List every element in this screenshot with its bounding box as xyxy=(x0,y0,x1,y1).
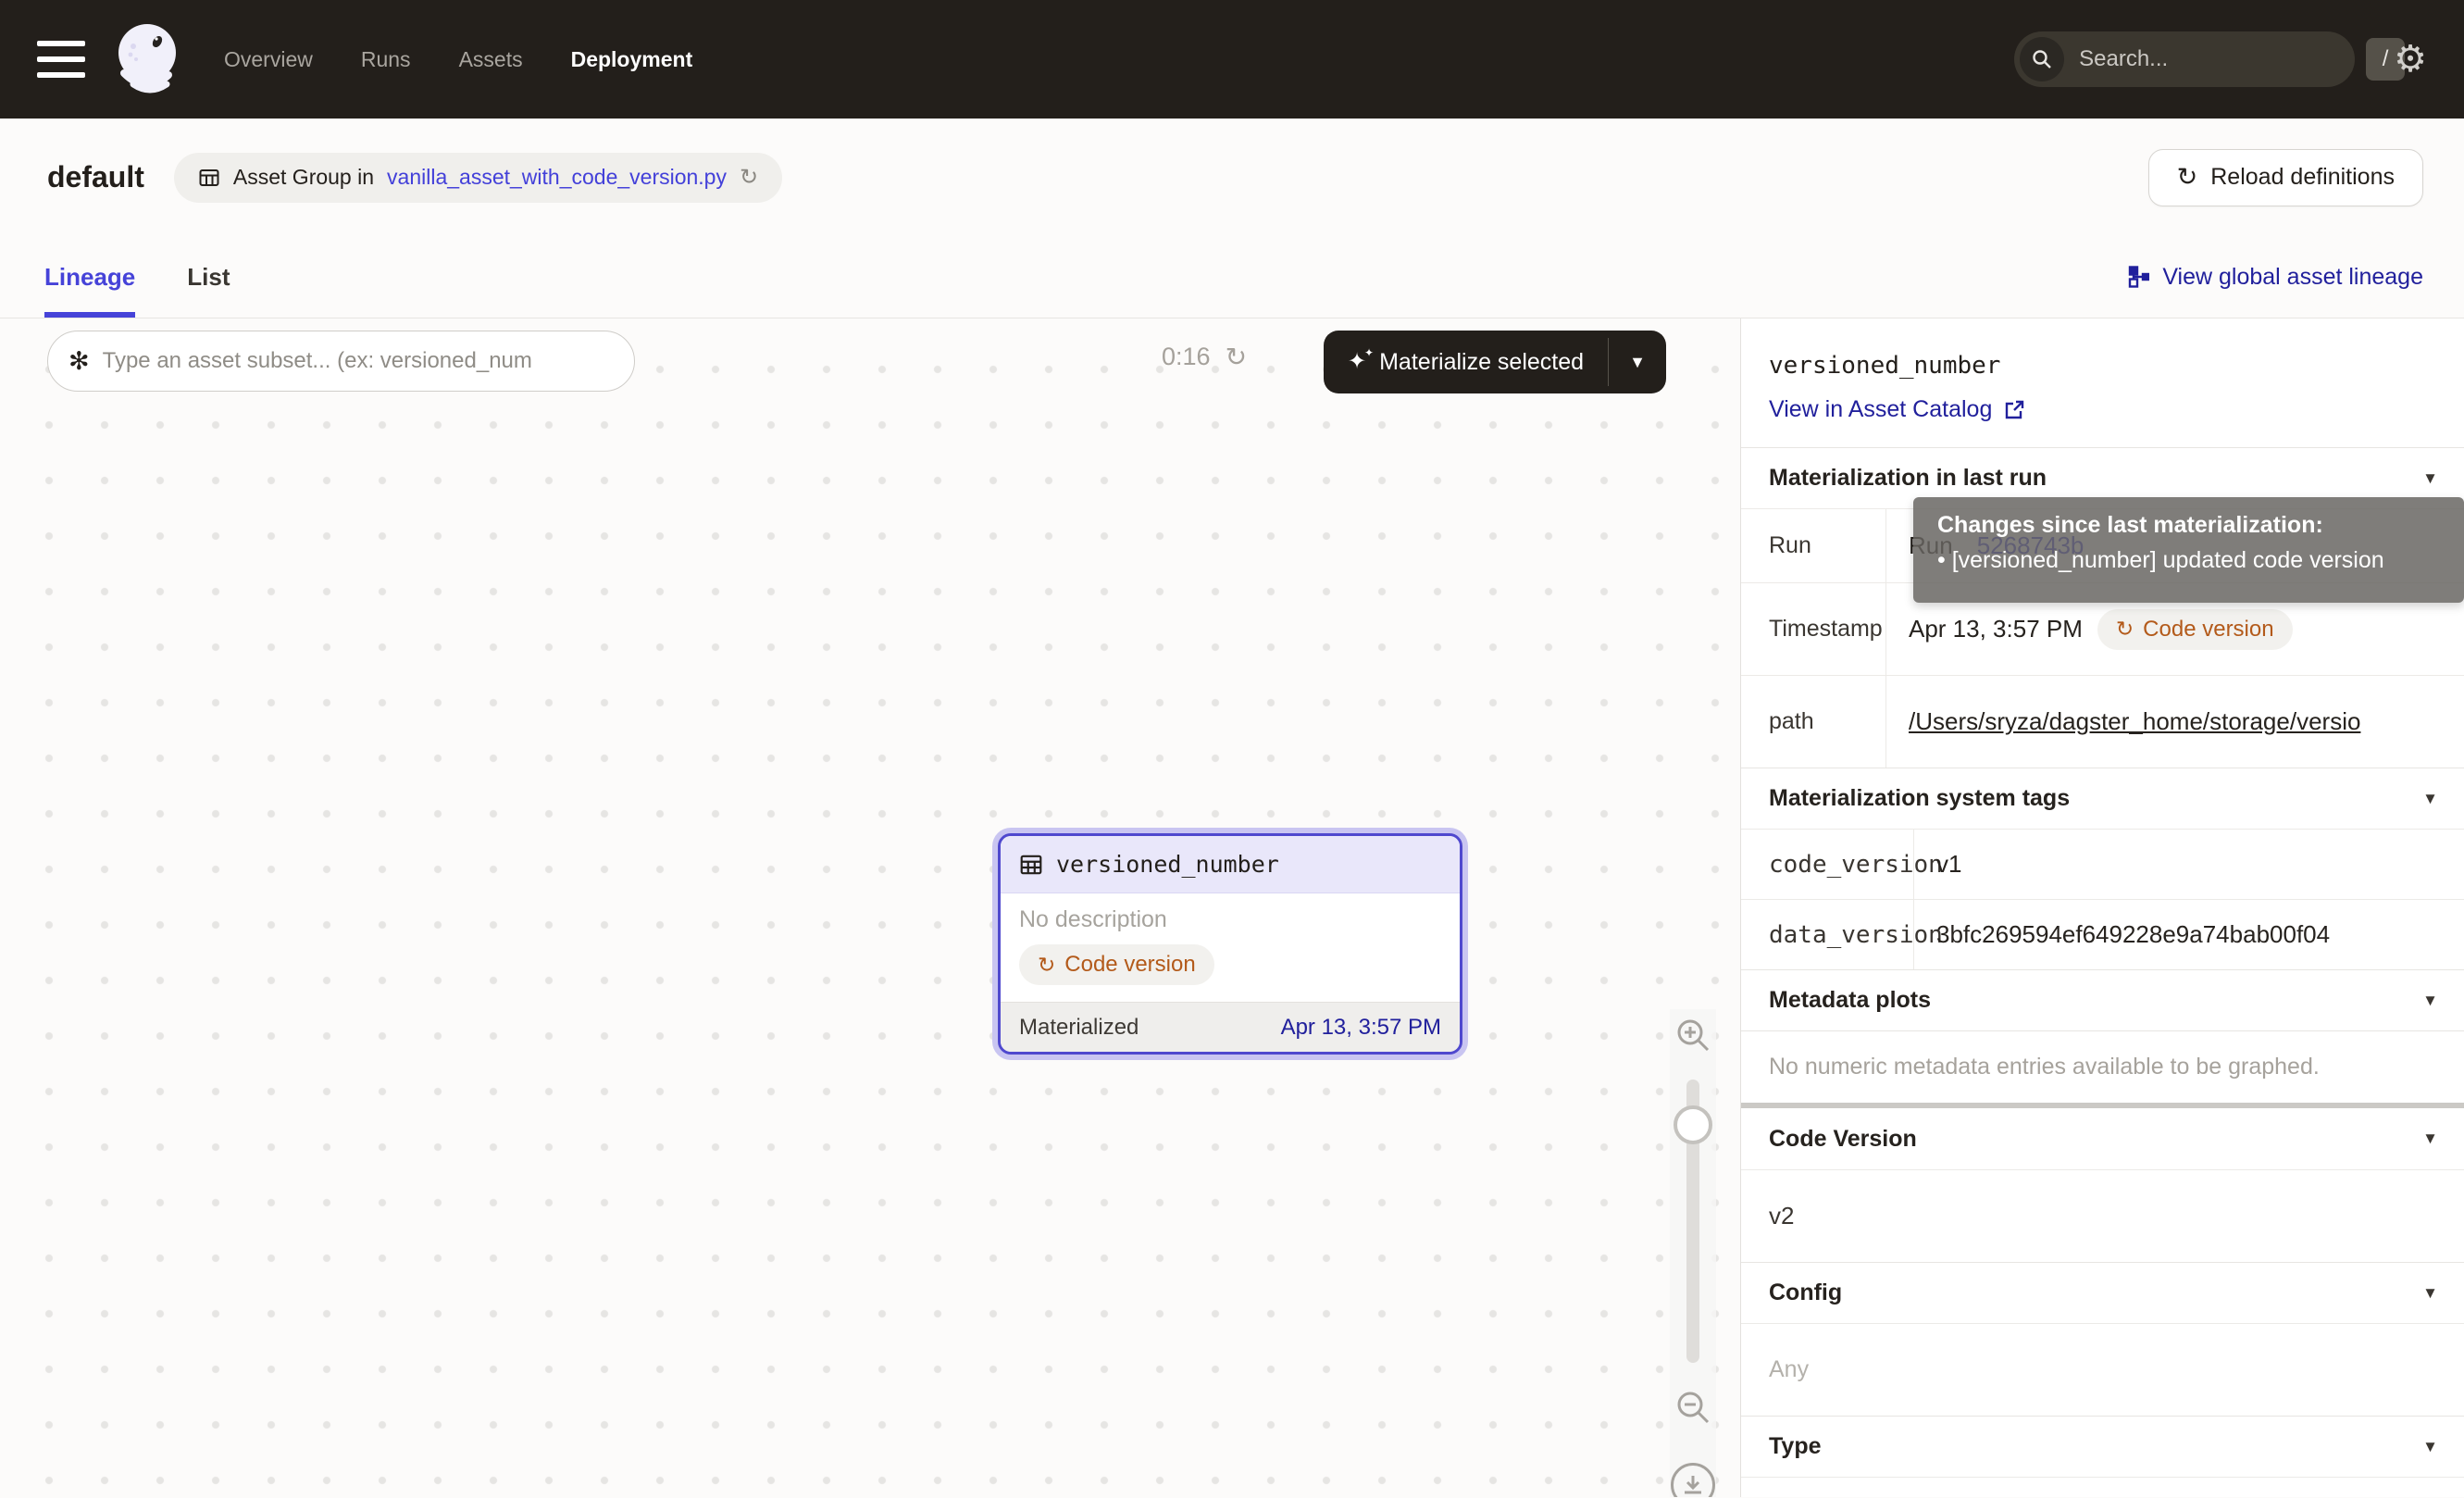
row-data-version-tag: data_version 3bfc269594ef649228e9a74bab0… xyxy=(1741,899,2464,969)
section-config[interactable]: Config ▼ xyxy=(1741,1262,2464,1323)
search-input[interactable] xyxy=(2079,46,2366,72)
materialize-label: Materialize selected xyxy=(1379,349,1584,376)
zoom-controls xyxy=(1670,1009,1716,1497)
timer-refresh-icon[interactable]: ↻ xyxy=(1226,344,1247,370)
global-search[interactable]: / xyxy=(2014,31,2355,87)
tooltip-item: • [versioned_number] updated code versio… xyxy=(1937,547,2440,574)
timer-value: 0:16 xyxy=(1162,343,1211,371)
chevron-down-icon: ▼ xyxy=(2422,1284,2438,1303)
nav-overview[interactable]: Overview xyxy=(224,47,313,72)
config-value: Any xyxy=(1741,1323,2464,1416)
section-metadata-plots[interactable]: Metadata plots ▼ xyxy=(1741,969,2464,1030)
reload-definitions-button[interactable]: ↻ Reload definitions xyxy=(2148,149,2423,206)
tab-list[interactable]: List xyxy=(187,236,230,318)
top-nav: Overview Runs Assets Deployment / ⚙ xyxy=(0,0,2464,119)
zoom-slider[interactable] xyxy=(1686,1080,1699,1363)
asset-node-body: No description ↻ Code version xyxy=(1001,893,1460,1002)
materialized-status-label: Materialized xyxy=(1019,1015,1139,1041)
menu-icon[interactable] xyxy=(37,41,85,78)
asset-details-panel: versioned_number View in Asset Catalog M… xyxy=(1740,318,2464,1497)
asset-node-description: No description xyxy=(1019,906,1441,933)
code-version-badge: ↻ Code version xyxy=(1019,944,1214,985)
asset-subset-filter[interactable]: ✻ xyxy=(47,331,635,392)
section-code-version[interactable]: Code Version ▼ xyxy=(1741,1108,2464,1169)
table-icon xyxy=(1019,853,1043,877)
nav-assets[interactable]: Assets xyxy=(459,47,523,72)
search-icon xyxy=(2020,37,2064,81)
view-in-asset-catalog-link[interactable]: View in Asset Catalog xyxy=(1769,396,2025,423)
tooltip-title: Changes since last materialization: xyxy=(1937,512,2440,539)
zoom-in-icon[interactable] xyxy=(1673,1015,1713,1055)
asset-subset-input[interactable] xyxy=(103,348,614,374)
breadcrumb-file-link[interactable]: vanilla_asset_with_code_version.py xyxy=(387,165,727,190)
asset-node-header: versioned_number xyxy=(1001,836,1460,893)
row-code-version-tag: code_version v1 xyxy=(1741,829,2464,899)
code-version-badge: ↻ Code version xyxy=(2097,609,2293,650)
run-label: Run xyxy=(1741,509,1886,582)
metadata-plots-empty-text: No numeric metadata entries available to… xyxy=(1741,1030,2464,1103)
view-global-asset-lineage-link[interactable]: View global asset lineage xyxy=(2127,264,2423,291)
data-version-tag-label: data_version xyxy=(1741,900,1914,969)
chevron-down-icon: ▼ xyxy=(2422,1438,2438,1456)
breadcrumb: Asset Group in vanilla_asset_with_code_v… xyxy=(174,153,782,203)
settings-gear-icon[interactable]: ⚙ xyxy=(2394,41,2427,78)
global-lineage-label: View global asset lineage xyxy=(2162,264,2423,291)
zoom-slider-handle[interactable] xyxy=(1674,1105,1712,1144)
materialize-selected-button[interactable]: ✦✦ Materialize selected ▼ xyxy=(1324,331,1666,393)
reload-icon: ↻ xyxy=(2177,165,2198,190)
page-title: default xyxy=(47,160,144,194)
chevron-down-icon: ▼ xyxy=(2422,469,2438,488)
data-version-tag-value: 3bfc269594ef649228e9a74bab00f04 xyxy=(1914,900,2464,969)
timestamp-label: Timestamp xyxy=(1741,583,1886,675)
materialized-timestamp-link[interactable]: Apr 13, 3:57 PM xyxy=(1281,1015,1441,1041)
lineage-graph-icon xyxy=(2127,266,2149,288)
code-version-change-icon: ↻ xyxy=(2116,618,2134,640)
code-version-value: v2 xyxy=(1741,1169,2464,1262)
primary-nav: Overview Runs Assets Deployment xyxy=(224,47,692,72)
asset-group-icon xyxy=(198,167,220,189)
tab-lineage[interactable]: Lineage xyxy=(44,236,135,318)
row-path: path /Users/sryza/dagster_home/storage/v… xyxy=(1741,675,2464,768)
lineage-canvas[interactable]: ✻ 0:16 ↻ ✦✦ Materialize selected ▼ xyxy=(0,318,1740,1497)
code-version-tag-value: v1 xyxy=(1914,830,2464,899)
code-version-tag-label: code_version xyxy=(1741,830,1914,899)
reload-label: Reload definitions xyxy=(2210,164,2395,191)
op-selector-icon: ✻ xyxy=(68,347,90,376)
external-link-icon xyxy=(2003,399,2025,421)
nav-deployment[interactable]: Deployment xyxy=(571,47,693,72)
download-image-icon[interactable] xyxy=(1671,1463,1715,1497)
changes-tooltip: Changes since last materialization: • [v… xyxy=(1913,497,2464,603)
chevron-down-icon: ▼ xyxy=(2422,790,2438,808)
dagster-logo-icon[interactable] xyxy=(111,21,183,97)
nav-runs[interactable]: Runs xyxy=(361,47,411,72)
section-materialization-system-tags[interactable]: Materialization system tags ▼ xyxy=(1741,768,2464,829)
refresh-timer: 0:16 ↻ xyxy=(1162,343,1247,371)
chevron-down-icon: ▼ xyxy=(2422,992,2438,1010)
zoom-out-icon[interactable] xyxy=(1673,1387,1713,1428)
asset-node-footer: Materialized Apr 13, 3:57 PM xyxy=(1001,1002,1460,1052)
breadcrumb-prefix: Asset Group in xyxy=(233,165,374,190)
tabs-row: Lineage List View global asset lineage xyxy=(0,236,2464,318)
panel-asset-name: versioned_number xyxy=(1769,352,2436,380)
sparkle-icon: ✦✦ xyxy=(1348,351,1366,373)
path-label: path xyxy=(1741,676,1886,768)
section-type[interactable]: Type ▼ xyxy=(1741,1416,2464,1477)
breadcrumb-refresh-icon[interactable]: ↻ xyxy=(740,164,758,191)
timestamp-value: Apr 13, 3:57 PM xyxy=(1909,615,2083,643)
code-version-change-icon: ↻ xyxy=(1038,955,1055,976)
page-header: default Asset Group in vanilla_asset_wit… xyxy=(0,119,2464,236)
asset-node-name: versioned_number xyxy=(1056,851,1279,878)
asset-node-versioned-number[interactable]: versioned_number No description ↻ Code v… xyxy=(998,833,1462,1055)
chevron-down-icon: ▼ xyxy=(2422,1130,2438,1148)
materialize-dropdown-button[interactable]: ▼ xyxy=(1609,331,1666,393)
path-value-link[interactable]: /Users/sryza/dagster_home/storage/versio xyxy=(1909,707,2360,736)
